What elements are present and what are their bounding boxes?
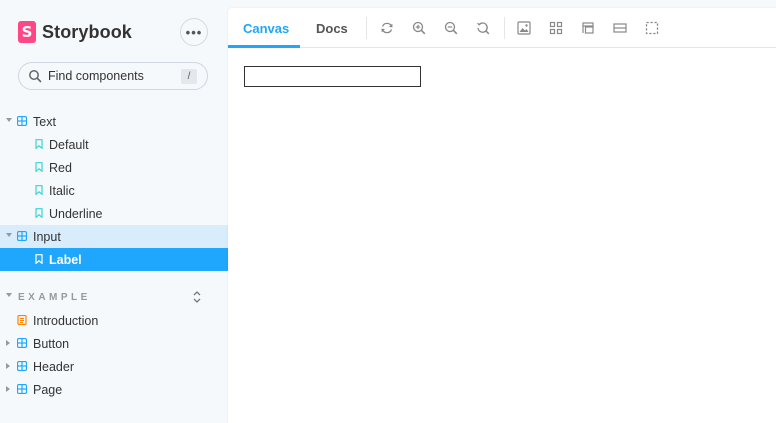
bookmark-icon xyxy=(35,185,43,195)
component-icon xyxy=(17,361,27,371)
viewport-icon[interactable] xyxy=(581,21,595,35)
outline-icon[interactable] xyxy=(645,21,659,35)
tree-story-default[interactable]: Default xyxy=(0,133,228,156)
tree-item-label: Introduction xyxy=(33,314,99,328)
tree-component-button[interactable]: Button xyxy=(0,332,228,355)
tree-item-label: Header xyxy=(33,360,74,374)
tree-item-label: Input xyxy=(33,230,61,244)
tree-item-label: Page xyxy=(33,383,63,397)
component-icon xyxy=(17,384,27,394)
tree-story-italic[interactable]: Italic xyxy=(0,179,228,202)
bookmark-icon xyxy=(35,208,43,218)
toolbar-divider xyxy=(366,17,367,39)
tree-component-page[interactable]: Page xyxy=(0,378,228,401)
expand-collapse-icon[interactable] xyxy=(192,290,202,304)
tree-item-label: Text xyxy=(33,115,56,129)
measure-icon[interactable] xyxy=(613,21,627,35)
section-example[interactable]: EXAMPLE xyxy=(0,286,228,309)
search-box[interactable]: / xyxy=(18,62,208,90)
storybook-logo-icon: S xyxy=(18,21,36,43)
document-icon xyxy=(17,315,27,325)
brand[interactable]: S Storybook xyxy=(18,20,132,44)
reload-icon[interactable] xyxy=(380,21,394,35)
background-icon[interactable] xyxy=(517,21,531,35)
tree-story-red[interactable]: Red xyxy=(0,156,228,179)
grid-icon[interactable] xyxy=(549,21,563,35)
preview-panel: Canvas Docs xyxy=(228,8,776,423)
caret-right-icon xyxy=(6,340,10,346)
tree-item-label: Button xyxy=(33,337,70,351)
tab-canvas[interactable]: Canvas xyxy=(243,21,289,36)
caret-down-icon xyxy=(6,293,12,297)
tab-docs[interactable]: Docs xyxy=(316,21,348,36)
menu-button[interactable]: ••• xyxy=(180,18,208,46)
section-title: EXAMPLE xyxy=(18,292,91,303)
tree-item-label: Label xyxy=(49,253,82,267)
component-icon xyxy=(17,338,27,348)
brand-name: Storybook xyxy=(42,21,132,42)
search-shortcut-key: / xyxy=(181,69,197,84)
tree-component-input[interactable]: Input xyxy=(0,225,228,248)
story-canvas xyxy=(228,49,776,423)
caret-down-icon xyxy=(6,233,12,237)
active-tab-indicator xyxy=(228,45,300,48)
zoom-reset-icon[interactable] xyxy=(476,21,490,35)
storybook-app: S Storybook ••• / Text Default xyxy=(0,0,776,423)
search-icon xyxy=(29,70,42,83)
caret-right-icon xyxy=(6,363,10,369)
tree-story-label[interactable]: Label xyxy=(0,248,228,271)
story-text-input[interactable] xyxy=(244,66,421,87)
toolbar-divider xyxy=(504,17,505,39)
tree-item-label: Default xyxy=(49,138,89,152)
toolbar: Canvas Docs xyxy=(228,8,776,48)
tree-component-text[interactable]: Text xyxy=(0,110,228,133)
tree-item-label: Italic xyxy=(49,184,75,198)
bookmark-icon xyxy=(35,254,43,264)
component-tree: Text Default Red Italic Underline Input … xyxy=(0,110,228,401)
zoom-out-icon[interactable] xyxy=(444,21,458,35)
tree-doc-introduction[interactable]: Introduction xyxy=(0,309,228,332)
component-icon xyxy=(17,231,27,241)
tree-item-label: Underline xyxy=(49,207,103,221)
component-icon xyxy=(17,116,27,126)
sidebar: S Storybook ••• / Text Default xyxy=(0,0,228,423)
bookmark-icon xyxy=(35,139,43,149)
zoom-in-icon[interactable] xyxy=(412,21,426,35)
caret-right-icon xyxy=(6,386,10,392)
caret-down-icon xyxy=(6,118,12,122)
search-input[interactable] xyxy=(48,69,168,83)
bookmark-icon xyxy=(35,162,43,172)
tree-item-label: Red xyxy=(49,161,72,175)
tree-story-underline[interactable]: Underline xyxy=(0,202,228,225)
tree-component-header[interactable]: Header xyxy=(0,355,228,378)
